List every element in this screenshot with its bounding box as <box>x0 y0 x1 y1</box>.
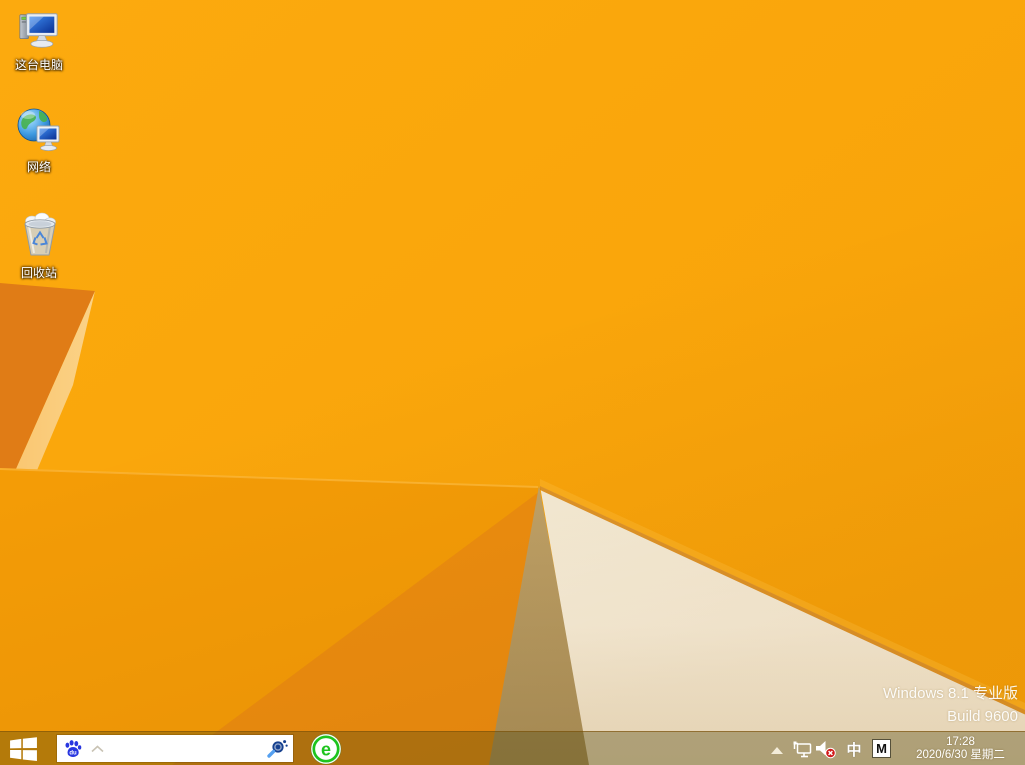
watermark-edition: Windows 8.1 专业版 <box>883 682 1018 705</box>
desktop-screen: 这台电脑 网络 <box>0 0 1025 765</box>
watermark-build: Build 9600 <box>883 705 1018 728</box>
start-button[interactable] <box>6 737 40 761</box>
ime-mode-badge[interactable]: M <box>872 739 891 758</box>
windows-build-watermark: Windows 8.1 专业版 Build 9600 <box>883 682 1018 728</box>
clock-time: 17:28 <box>916 736 1005 750</box>
network-icon <box>15 106 63 154</box>
baidu-search-box[interactable]: du <box>57 735 293 762</box>
tray-expand-button[interactable] <box>768 744 786 756</box>
ime-language-indicator[interactable]: 中 <box>844 739 864 759</box>
baidu-paw-icon: du <box>63 739 83 759</box>
desktop-icon-label: 回收站 <box>3 267 75 280</box>
svg-text:du: du <box>69 750 77 756</box>
volume-muted-icon <box>815 740 837 759</box>
browser-glyph: e <box>321 740 331 760</box>
taskbar: du e <box>0 731 1025 765</box>
tray-volume-muted[interactable] <box>814 740 838 759</box>
this-pc-icon <box>16 8 62 52</box>
360-browser-icon[interactable]: e <box>310 733 342 765</box>
chevron-up-icon[interactable] <box>91 745 104 753</box>
search-input[interactable] <box>104 739 265 759</box>
desktop-icon-label: 网络 <box>3 161 75 174</box>
desktop-icon-recycle-bin[interactable]: 回收站 <box>3 210 75 280</box>
desktop-icon-network[interactable]: 网络 <box>3 106 75 174</box>
desktop-icon-this-pc[interactable]: 这台电脑 <box>3 8 75 72</box>
wallpaper-image <box>0 0 1025 765</box>
windows-start-icon <box>10 737 37 761</box>
recycle-bin-icon <box>17 210 61 260</box>
tray-network-status[interactable] <box>792 740 814 758</box>
taskbar-clock[interactable]: 17:28 2020/6/30 星期二 <box>902 735 1019 763</box>
network-status-icon <box>793 741 813 758</box>
clock-date: 2020/6/30 星期二 <box>916 749 1005 763</box>
desktop-icon-label: 这台电脑 <box>3 59 75 72</box>
baidu-magnifier-icon[interactable] <box>265 737 289 761</box>
chevron-up-tray-icon <box>771 747 783 754</box>
